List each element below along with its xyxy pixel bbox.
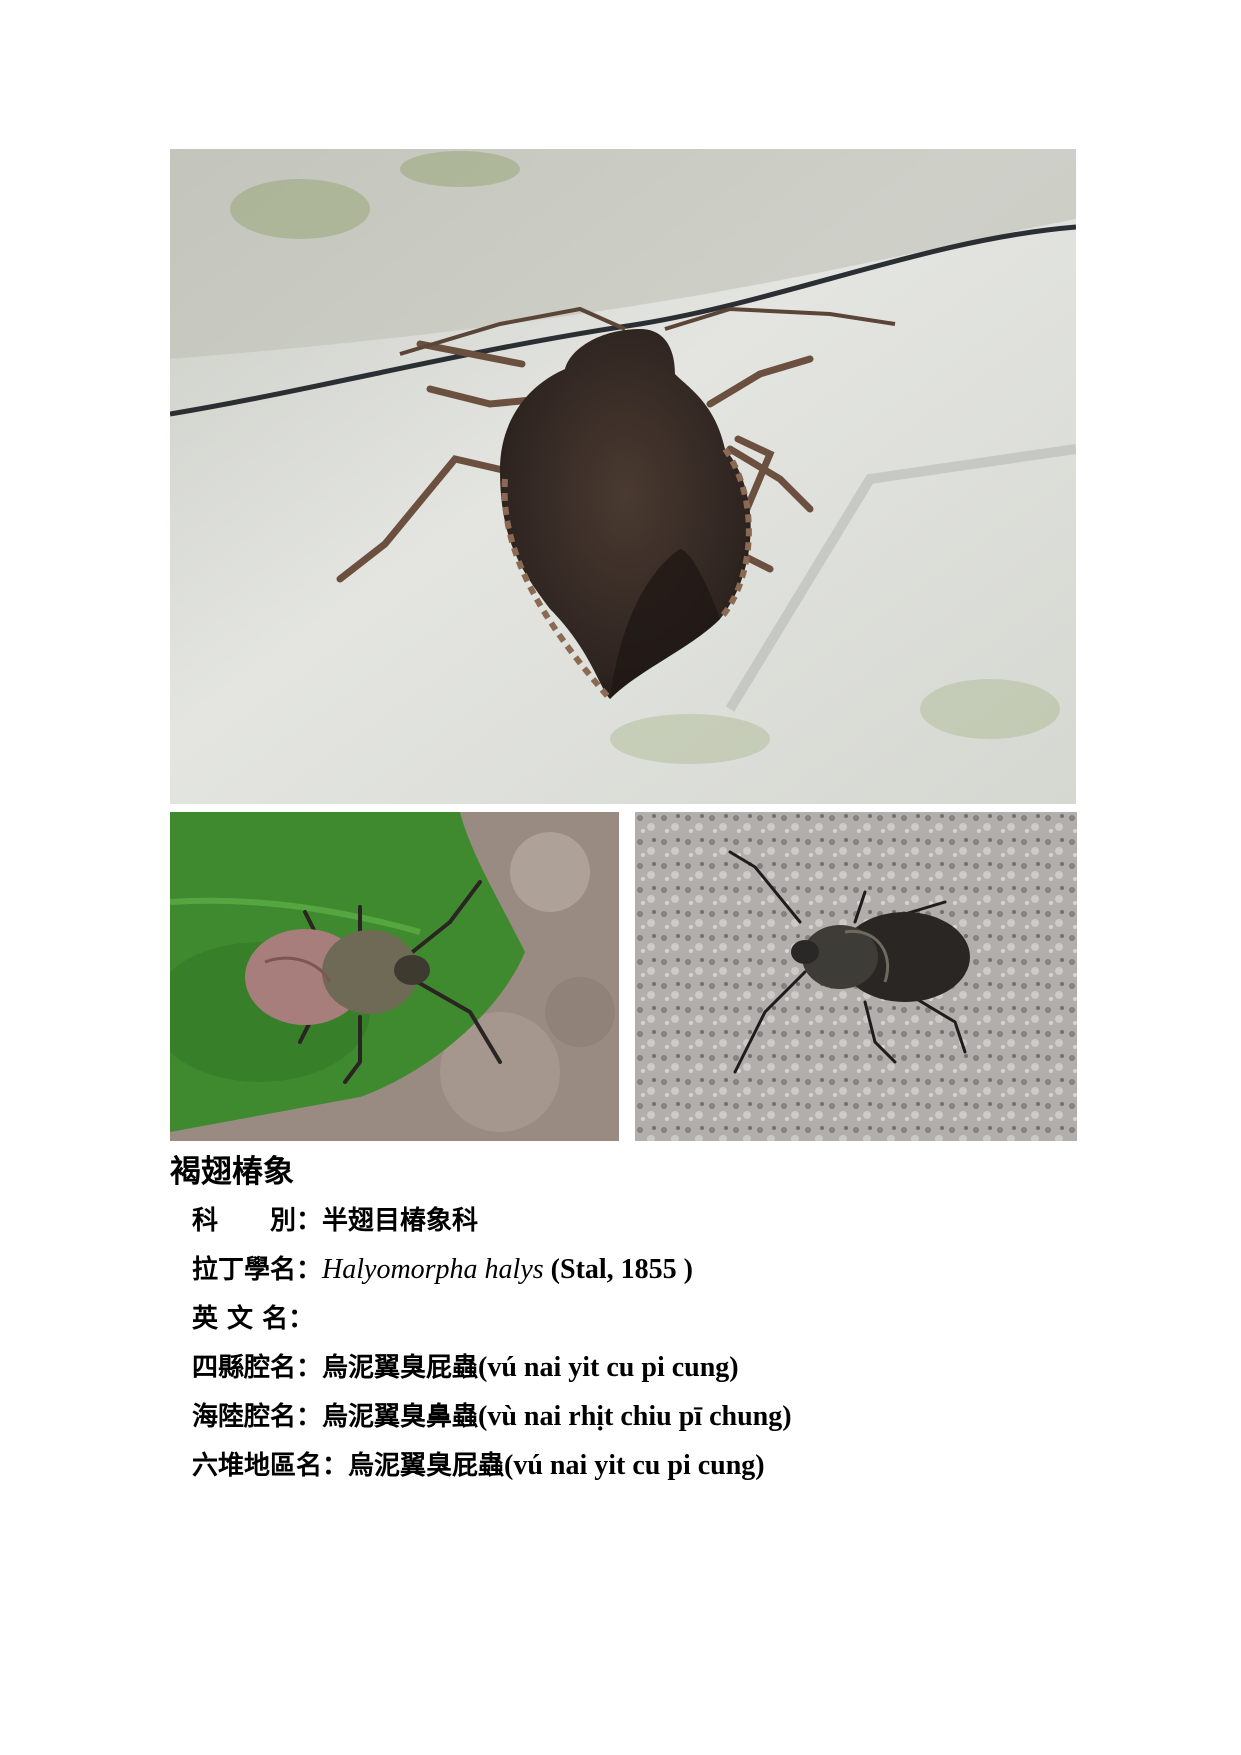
nymph-on-leaf-photo [170, 812, 619, 1141]
sixian-cjk-name: 烏泥翼臭屁蟲 [322, 1353, 479, 1383]
sixian-name-row: 四縣腔名：烏泥翼臭屁蟲(vú nai yit cu pi cung) [192, 1348, 739, 1388]
species-common-name-title: 褐翅椿象 [170, 1154, 294, 1190]
latin-name-row: 拉丁學名：Halyomorpha halys (Stal, 1855 ) [192, 1250, 693, 1290]
liudui-name-row: 六堆地區名：烏泥翼臭屁蟲(vú nai yit cu pi cung) [192, 1446, 765, 1486]
nymph-on-rock-photo [635, 812, 1077, 1141]
family-label: 科 別： [192, 1206, 323, 1236]
sixian-romanization: (vú nai yit cu pi cung) [478, 1352, 739, 1383]
sixian-label: 四縣腔名： [192, 1353, 323, 1383]
hailu-cjk-name: 烏泥翼臭鼻蟲 [322, 1402, 479, 1432]
hailu-label: 海陸腔名： [192, 1402, 323, 1432]
latin-label: 拉丁學名： [192, 1255, 323, 1285]
liudui-label: 六堆地區名： [192, 1451, 349, 1481]
english-name-row: 英 文 名： [192, 1299, 314, 1339]
liudui-romanization: (vú nai yit cu pi cung) [504, 1450, 765, 1481]
family-value: 半翅目椿象科 [322, 1206, 479, 1236]
english-label: 英 文 名： [192, 1304, 315, 1334]
family-row: 科 別：半翅目椿象科 [192, 1201, 478, 1241]
hailu-name-row: 海陸腔名：烏泥翼臭鼻蟲(vù nai rhịt chiu pī chung) [192, 1397, 792, 1437]
latin-author: (Stal, 1855 ) [543, 1254, 693, 1285]
latin-binomial: Halyomorpha halys [322, 1254, 544, 1285]
liudui-cjk-name: 烏泥翼臭屁蟲 [348, 1451, 505, 1481]
hailu-romanization: (vù nai rhịt chiu pī chung) [478, 1401, 792, 1432]
adult-bug-photo [170, 149, 1076, 804]
